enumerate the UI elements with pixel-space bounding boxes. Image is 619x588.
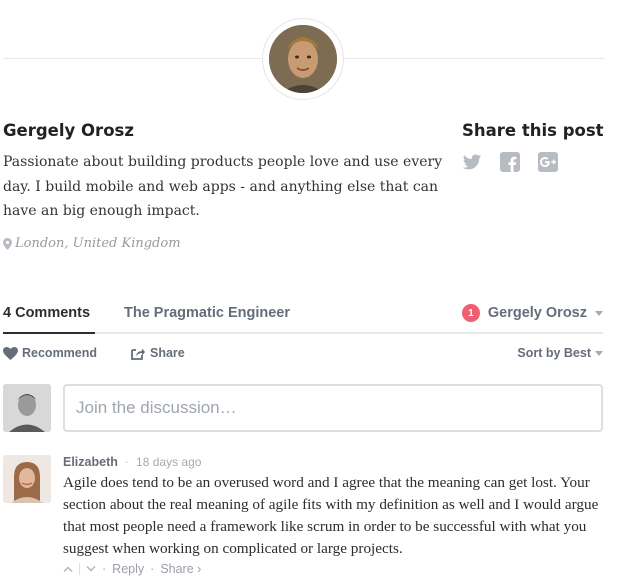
sort-label: Sort by Best <box>517 346 591 360</box>
recommend-button[interactable]: Recommend <box>3 346 97 360</box>
author-location-text: London, United Kingdom <box>15 236 181 251</box>
share-icon <box>131 348 145 360</box>
notification-badge[interactable]: 1 <box>461 304 480 322</box>
google-plus-icon[interactable] <box>538 152 558 172</box>
share-button[interactable]: Share <box>131 346 185 360</box>
chevron-down-icon[interactable] <box>595 310 603 316</box>
comment-author[interactable]: Elizabeth <box>63 455 118 469</box>
vote-divider <box>79 563 80 575</box>
location-pin-icon <box>3 237 12 250</box>
heart-icon <box>3 346 18 360</box>
user-menu-name[interactable]: Gergely Orosz <box>488 305 587 321</box>
reply-button[interactable]: Reply <box>112 562 144 576</box>
actions-bar: Recommend Share Sort by Best <box>3 345 603 365</box>
author-bio: Passionate about building products peopl… <box>3 154 443 219</box>
tab-comments[interactable]: 4 Comments <box>3 305 95 334</box>
commenter-avatar[interactable] <box>3 455 51 503</box>
author-name: Gergely Orosz <box>3 121 134 140</box>
downvote-icon[interactable] <box>86 566 96 572</box>
author-avatar <box>269 25 337 93</box>
comment-footer: · Reply · Share › <box>63 562 201 576</box>
chevron-down-icon <box>595 350 603 356</box>
separator-dot: · <box>150 562 155 576</box>
current-user-avatar <box>3 384 51 432</box>
separator-dot: · <box>124 455 130 469</box>
recommend-label: Recommend <box>22 346 98 360</box>
author-location: London, United Kingdom <box>3 236 181 251</box>
separator-dot: · <box>102 562 107 576</box>
twitter-icon[interactable] <box>462 152 482 172</box>
comment-share-button[interactable]: Share › <box>160 562 201 576</box>
author-photo <box>269 25 337 93</box>
user-menu[interactable]: 1 Gergely Orosz <box>461 304 603 322</box>
upvote-icon[interactable] <box>63 566 73 572</box>
comment-timestamp[interactable]: 18 days ago <box>136 455 201 469</box>
share-label: Share <box>150 346 185 360</box>
author-avatar-frame <box>262 18 344 100</box>
discussion-tabs: 4 Comments The Pragmatic Engineer 1 Gerg… <box>3 296 603 334</box>
comment-body: Agile does tend to be an overused word a… <box>63 474 599 557</box>
tab-community[interactable]: The Pragmatic Engineer <box>124 305 290 321</box>
share-title: Share this post <box>462 121 604 140</box>
facebook-icon[interactable] <box>500 152 520 172</box>
sort-dropdown[interactable]: Sort by Best <box>517 346 603 360</box>
share-icons <box>462 152 558 172</box>
discussion-input[interactable] <box>63 384 603 432</box>
comment-header: Elizabeth · 18 days ago <box>63 455 201 469</box>
